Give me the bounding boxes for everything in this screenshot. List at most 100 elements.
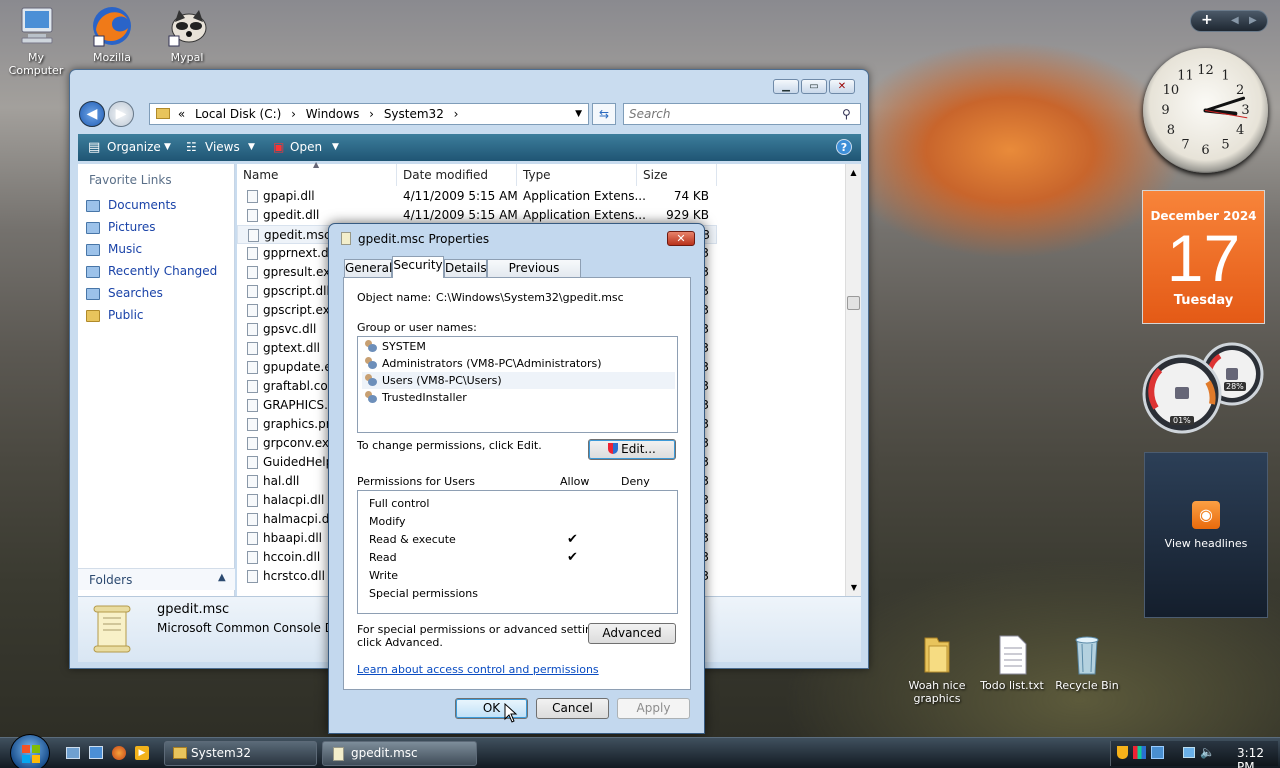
scroll-down-icon[interactable]: ▼ bbox=[846, 583, 862, 592]
folders-toggle[interactable]: Folders ▲ bbox=[78, 568, 235, 590]
search-icon[interactable]: ⚲ bbox=[842, 107, 851, 121]
link-searches[interactable]: Searches bbox=[108, 286, 163, 300]
address-dropdown-icon[interactable]: ▼ bbox=[575, 104, 582, 124]
mouse-cursor-icon bbox=[504, 702, 518, 726]
next-icon[interactable]: ▶ bbox=[1249, 15, 1257, 26]
task-gpedit-properties[interactable]: gpedit.msc Properties bbox=[322, 741, 477, 766]
column-date-modified[interactable]: Date modified bbox=[397, 164, 517, 186]
maximize-button[interactable]: ▭ bbox=[801, 79, 827, 94]
breadcrumb-chevron[interactable]: « bbox=[178, 107, 185, 121]
user-list[interactable]: SYSTEM Administrators (VM8-PC\Administrat… bbox=[357, 336, 678, 433]
close-button[interactable]: ✕ bbox=[829, 79, 855, 94]
tab-previous-versions[interactable]: Previous Versions bbox=[487, 259, 581, 292]
views-chevron-icon[interactable]: ▼ bbox=[248, 134, 255, 161]
clock-number: 11 bbox=[1177, 68, 1194, 83]
security-shield-icon[interactable] bbox=[1117, 746, 1128, 759]
desktop-icon-label: Mypal bbox=[170, 51, 204, 64]
vertical-scrollbar[interactable]: ▲ ▼ bbox=[845, 164, 861, 596]
rss-icon: ◉ bbox=[1192, 501, 1220, 529]
permission-name: Read & execute bbox=[369, 533, 456, 546]
start-button[interactable] bbox=[10, 734, 50, 768]
tab-general[interactable]: General bbox=[344, 259, 392, 278]
file-icon bbox=[247, 380, 258, 393]
tab-security[interactable]: Security bbox=[392, 256, 444, 278]
desktop-icon-todo-list[interactable]: Todo list.txt bbox=[974, 632, 1050, 692]
apply-button[interactable]: Apply bbox=[617, 698, 690, 719]
desktop-icon-mozilla[interactable]: Mozilla bbox=[74, 4, 150, 64]
switch-windows-icon[interactable] bbox=[89, 746, 103, 759]
open-chevron-icon[interactable]: ▼ bbox=[332, 134, 339, 161]
clock-hand bbox=[1204, 96, 1246, 112]
calendar-gadget[interactable]: December 2024 17 Tuesday bbox=[1142, 190, 1265, 324]
clock-time[interactable]: 3:12 PM bbox=[1237, 746, 1278, 768]
show-desktop-icon[interactable] bbox=[66, 747, 80, 759]
clock-number: 2 bbox=[1236, 83, 1244, 98]
file-icon bbox=[247, 247, 258, 260]
desktop-icon-my-computer[interactable]: My Computer bbox=[0, 4, 74, 77]
clock-number: 9 bbox=[1161, 103, 1169, 118]
tab-details[interactable]: Details bbox=[444, 259, 487, 278]
views-menu[interactable]: Views bbox=[205, 134, 240, 161]
breadcrumb-system32[interactable]: System32 bbox=[384, 107, 444, 121]
add-gadget-icon[interactable]: + bbox=[1201, 12, 1213, 28]
network-icon[interactable] bbox=[1151, 746, 1164, 759]
media-player-icon[interactable]: ▶ bbox=[135, 746, 149, 760]
security-center-icon[interactable] bbox=[1133, 746, 1146, 759]
dialog-close-button[interactable]: ✕ bbox=[667, 231, 695, 246]
list-item[interactable]: TrustedInstaller bbox=[362, 389, 675, 406]
minimize-button[interactable]: ▁ bbox=[773, 79, 799, 94]
column-size[interactable]: Size bbox=[637, 164, 717, 186]
previous-icon[interactable]: ◀ bbox=[1231, 15, 1239, 26]
organize-chevron-icon[interactable]: ▼ bbox=[164, 134, 171, 161]
searches-icon bbox=[86, 288, 100, 300]
file-name: gptext.dll bbox=[263, 341, 321, 355]
cancel-button[interactable]: Cancel bbox=[536, 698, 609, 719]
file-name: GuidedHelp. bbox=[263, 455, 338, 469]
table-row[interactable]: gpapi.dll 4/11/2009 5:15 AM Application Ex… bbox=[237, 187, 712, 206]
desktop-icon-woah-nice-graphics[interactable]: Woah nice graphics bbox=[899, 632, 975, 705]
breadcrumb-separator[interactable]: › bbox=[369, 107, 374, 121]
help-icon[interactable]: ? bbox=[836, 139, 852, 155]
link-documents[interactable]: Documents bbox=[108, 198, 176, 212]
address-bar[interactable]: « Local Disk (C:) › Windows › System32 ›… bbox=[149, 103, 589, 125]
file-name: gpapi.dll bbox=[263, 189, 315, 203]
breadcrumb-local-disk[interactable]: Local Disk (C:) bbox=[195, 107, 281, 121]
back-button[interactable]: ◀ bbox=[79, 101, 105, 127]
file-icon bbox=[247, 513, 258, 526]
scroll-thumb[interactable] bbox=[847, 296, 860, 310]
firefox-quicklaunch-icon[interactable] bbox=[112, 746, 126, 760]
cpu-meter-gadget[interactable]: 01% 28% bbox=[1140, 342, 1268, 434]
open-menu[interactable]: Open bbox=[290, 134, 322, 161]
advanced-button[interactable]: Advanced bbox=[588, 623, 676, 644]
link-recently-changed[interactable]: Recently Changed bbox=[108, 264, 217, 278]
display-icon[interactable] bbox=[1183, 747, 1195, 758]
scroll-up-icon[interactable]: ▲ bbox=[846, 168, 861, 177]
edit-button[interactable]: Edit... bbox=[588, 439, 676, 460]
organize-menu[interactable]: Organize bbox=[107, 134, 161, 161]
list-item[interactable]: SYSTEM bbox=[362, 338, 675, 355]
column-type[interactable]: Type bbox=[517, 164, 637, 186]
user-group-icon bbox=[365, 391, 377, 403]
learn-link[interactable]: Learn about access control and permissio… bbox=[357, 663, 599, 676]
volume-muted-icon[interactable]: 🔈 bbox=[1200, 745, 1215, 759]
desktop-icon-recycle-bin[interactable]: Recycle Bin bbox=[1049, 632, 1125, 692]
task-system32[interactable]: System32 bbox=[164, 741, 317, 766]
list-item[interactable]: Administrators (VM8-PC\Administrators) bbox=[362, 355, 675, 372]
search-input[interactable]: Search bbox=[623, 103, 861, 125]
breadcrumb-separator[interactable]: › bbox=[454, 107, 459, 121]
list-item[interactable]: Users (VM8-PC\Users) bbox=[362, 372, 675, 389]
link-pictures[interactable]: Pictures bbox=[108, 220, 156, 234]
link-public[interactable]: Public bbox=[108, 308, 144, 322]
advanced-text-line1: For special permissions or advanced sett… bbox=[357, 623, 609, 636]
chevron-up-icon[interactable]: ▲ bbox=[218, 572, 226, 583]
desktop-icon-mypal[interactable]: Mypal bbox=[149, 4, 225, 64]
breadcrumb-separator[interactable]: › bbox=[291, 107, 296, 121]
feed-headlines-gadget[interactable]: ◉ View headlines bbox=[1144, 452, 1268, 618]
view-headlines-link[interactable]: View headlines bbox=[1145, 537, 1267, 550]
refresh-button[interactable]: ⇆ bbox=[592, 103, 616, 125]
clock-gadget[interactable]: 12 1 2 3 4 5 6 7 8 9 10 11 bbox=[1143, 48, 1268, 173]
link-music[interactable]: Music bbox=[108, 242, 142, 256]
breadcrumb-windows[interactable]: Windows bbox=[306, 107, 360, 121]
forward-button[interactable]: ▶ bbox=[108, 101, 134, 127]
security-panel: Object name: C:\Windows\System32\gpedit.… bbox=[343, 277, 691, 690]
